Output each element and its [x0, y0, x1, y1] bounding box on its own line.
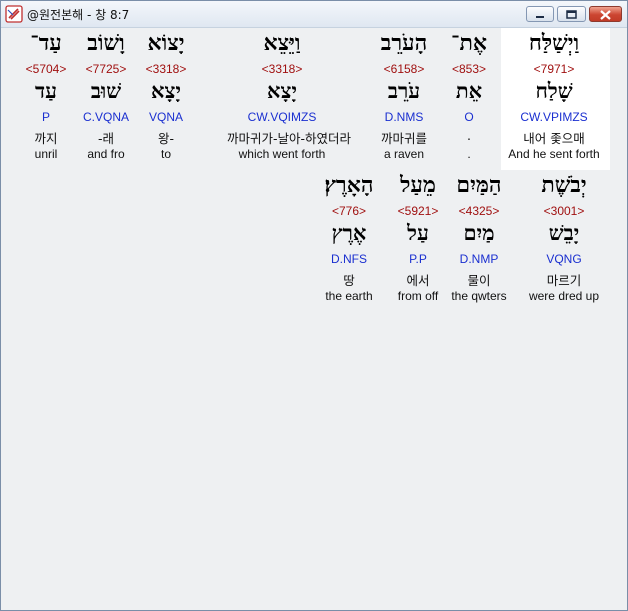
- minimize-button[interactable]: [526, 6, 554, 22]
- word-strong-number: <776>: [331, 204, 367, 218]
- bible-app-icon: [5, 5, 23, 23]
- word-column[interactable]: וַיֵּצֵא <3318> יָצָא CW.VQIMZS 까마귀가-날아-하였더라…: [227, 28, 352, 168]
- title-bar[interactable]: @원전본해 - 창 8:7: [1, 1, 627, 28]
- word-parsing: D.NMS: [384, 110, 424, 124]
- maximize-button[interactable]: [557, 6, 586, 22]
- word-lemma: אֶרֶץ: [331, 220, 367, 245]
- word-parsing: CW.VQIMZS: [247, 110, 317, 124]
- word-english-gloss: the earth: [325, 289, 373, 303]
- word-column[interactable]: עַד־ <5704> עַד P 까지 unril: [0, 28, 101, 168]
- word-hebrew: הָאָרֶץ׃: [324, 172, 374, 198]
- word-lemma: יָצָא: [267, 78, 297, 103]
- close-button[interactable]: [589, 6, 622, 22]
- word-english-gloss: a raven: [383, 147, 425, 161]
- word-korean-gloss: 까지: [34, 131, 58, 146]
- word-column[interactable]: הָאָרֶץ׃ <776> אֶרֶץ D.NFS 땅 the earth: [294, 170, 404, 310]
- word-korean-gloss: 까마귀가-날아-하였더라: [227, 131, 352, 146]
- word-korean-gloss: 땅: [343, 273, 355, 288]
- word-column[interactable]: הָעֹרֵב <6158> עֹרֵב D.NMS 까마귀를 a raven: [349, 28, 459, 168]
- word-hebrew: עַד־: [30, 30, 62, 56]
- word-parsing: P: [41, 110, 50, 124]
- word-english-gloss: which went forth: [238, 147, 326, 161]
- app-window: @원전본해 - 창 8:7 וַיְשַׁלַּח <7971> שָׁלַח CW.…: [0, 0, 628, 611]
- word-korean-gloss: 까마귀를: [380, 131, 427, 146]
- word-strong-number: <3318>: [261, 62, 303, 76]
- word-strong-number: <6158>: [383, 62, 425, 76]
- minimize-icon: [536, 16, 544, 18]
- word-hebrew: וַיֵּצֵא: [263, 30, 301, 56]
- maximize-icon: [566, 10, 577, 19]
- window-title: @원전본해 - 창 8:7: [27, 8, 130, 22]
- word-strong-number: <5704>: [25, 62, 67, 76]
- word-lemma: עֹרֵב: [387, 78, 421, 103]
- close-icon: [600, 10, 611, 20]
- word-lemma: עַד: [35, 78, 57, 103]
- word-hebrew: הָעֹרֵב: [380, 30, 428, 56]
- word-parsing: D.NFS: [331, 252, 367, 266]
- word-english-gloss: unril: [34, 147, 58, 161]
- interlinear-view: וַיְשַׁלַּח <7971> שָׁלַח CW.VPIMZS 내어 좇으매 An…: [2, 28, 626, 609]
